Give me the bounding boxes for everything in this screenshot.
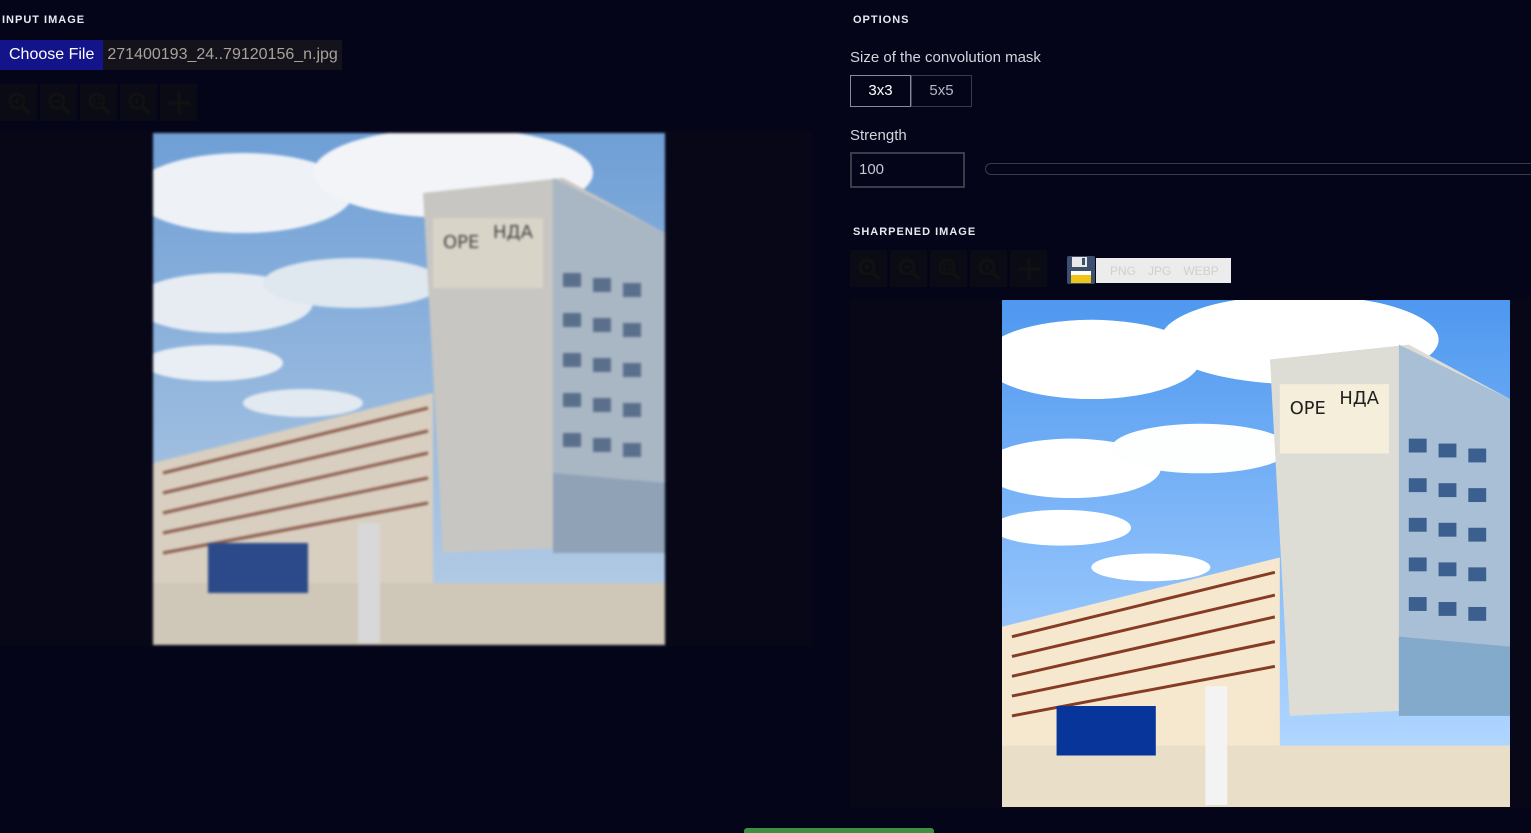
mask-3x3-button[interactable]: 3x3 bbox=[850, 75, 911, 107]
format-webp-option[interactable]: WEBP bbox=[1183, 264, 1218, 278]
strength-slider[interactable] bbox=[985, 163, 1531, 175]
format-jpg-option[interactable]: JPG bbox=[1148, 264, 1171, 278]
svg-text:ОРЕ: ОРЕ bbox=[1290, 398, 1326, 419]
options-title: OPTIONS bbox=[853, 14, 910, 26]
output-toolbar bbox=[850, 250, 1047, 287]
zoom-in-icon[interactable] bbox=[850, 250, 887, 287]
zoom-in-icon[interactable] bbox=[0, 84, 37, 121]
mask-5x5-button[interactable]: 5x5 bbox=[911, 75, 972, 107]
floppy-disk-icon[interactable] bbox=[1066, 255, 1096, 285]
sharpened-image-title: SHARPENED IMAGE bbox=[853, 226, 977, 238]
zoom-fit-icon[interactable] bbox=[930, 250, 967, 287]
export-format-options: PNG JPG WEBP bbox=[1096, 258, 1231, 283]
format-png-option[interactable]: PNG bbox=[1110, 264, 1136, 278]
input-image-title: INPUT IMAGE bbox=[2, 14, 86, 26]
input-image: ОРЕ НДА bbox=[153, 133, 665, 645]
strength-label: Strength bbox=[850, 127, 907, 144]
input-toolbar bbox=[0, 84, 197, 121]
mask-size-toggle: 3x3 5x5 bbox=[850, 75, 972, 107]
process-button[interactable] bbox=[744, 828, 934, 833]
zoom-out-icon[interactable] bbox=[890, 250, 927, 287]
file-picker[interactable]: Choose File 271400193_24..79120156_n.jpg bbox=[0, 40, 342, 70]
move-icon[interactable] bbox=[1010, 250, 1047, 287]
choose-file-button[interactable]: Choose File bbox=[0, 40, 104, 70]
zoom-actual-icon[interactable] bbox=[970, 250, 1007, 287]
building-photo: ОРЕ НДА bbox=[1002, 300, 1510, 807]
building-photo: ОРЕ НДА bbox=[153, 133, 665, 645]
move-icon[interactable] bbox=[160, 84, 197, 121]
strength-input[interactable]: 100 bbox=[850, 152, 965, 188]
zoom-out-icon[interactable] bbox=[40, 84, 77, 121]
svg-text:НДА: НДА bbox=[1339, 388, 1379, 409]
zoom-actual-icon[interactable] bbox=[120, 84, 157, 121]
svg-text:ОРЕ: ОРЕ bbox=[443, 232, 479, 253]
sharpened-image: ОРЕ НДА bbox=[1002, 300, 1510, 807]
file-name-label: 271400193_24..79120156_n.jpg bbox=[103, 40, 342, 70]
zoom-fit-icon[interactable] bbox=[80, 84, 117, 121]
mask-size-label: Size of the convolution mask bbox=[850, 49, 1041, 66]
svg-text:НДА: НДА bbox=[493, 222, 534, 243]
